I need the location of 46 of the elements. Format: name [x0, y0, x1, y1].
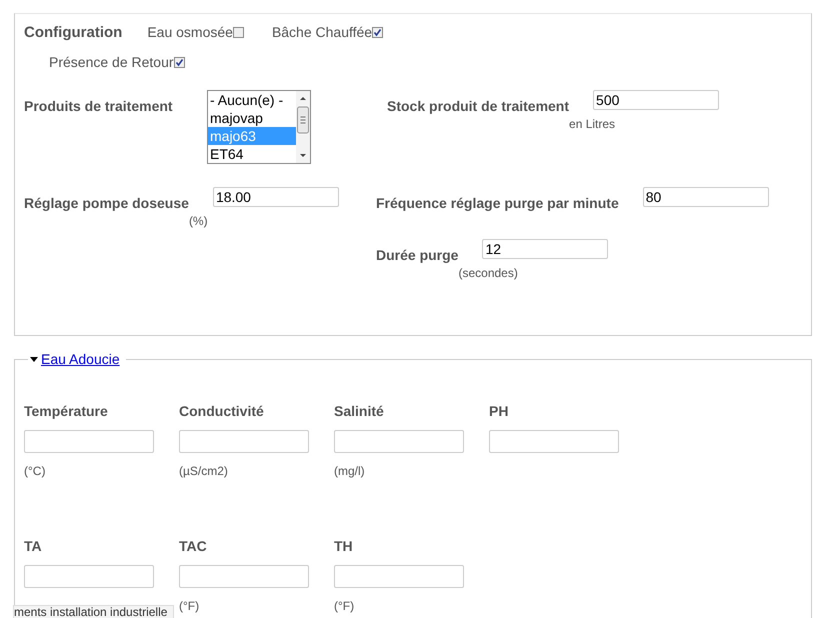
- unit-label: (mg/l): [334, 464, 365, 478]
- input-field[interactable]: [179, 565, 309, 588]
- field-label: Température: [24, 403, 108, 419]
- checkbox[interactable]: [372, 26, 384, 38]
- input-field[interactable]: [179, 430, 309, 453]
- input-field[interactable]: [24, 430, 154, 453]
- input-field[interactable]: [24, 565, 154, 588]
- field-label: Salinité: [334, 403, 384, 419]
- tooltip: ments installation industrielle: [13, 605, 174, 618]
- unit-label: (°F): [334, 599, 354, 613]
- unit-label: (%): [188, 214, 209, 228]
- scrollbar-drawing[interactable]: [296, 91, 310, 163]
- input-field[interactable]: 500: [593, 90, 720, 110]
- field-label: Stock produit de traitement: [387, 97, 570, 114]
- input-field[interactable]: [334, 430, 464, 453]
- section-link[interactable]: Eau Adoucie: [41, 351, 120, 367]
- field-label: Conductivité: [179, 403, 264, 419]
- input-field[interactable]: [489, 430, 619, 453]
- checkbox[interactable]: [232, 26, 244, 38]
- field-label: TA: [24, 538, 42, 554]
- field-label: PH: [489, 403, 508, 419]
- field-label: Réglage pompe doseuse: [24, 194, 189, 211]
- unit-label: (secondes): [458, 266, 519, 280]
- list-option[interactable]: majovap: [208, 109, 296, 127]
- unit-label: (°F): [179, 599, 200, 613]
- field-label: TH: [334, 538, 353, 554]
- unit-label: (°C): [24, 464, 46, 478]
- field-label: Produits de traitement: [24, 97, 174, 116]
- field-label: TAC: [179, 538, 207, 554]
- section-title: Configuration: [24, 24, 122, 40]
- list-box[interactable]: - Aucun(e) - majovap majo63 ET64: [207, 90, 311, 164]
- input-field[interactable]: [334, 565, 464, 588]
- list-option[interactable]: - Aucun(e) -: [208, 91, 296, 109]
- checkbox-label: Eau osmosée: [147, 24, 233, 40]
- unit-label: en Litres: [569, 117, 616, 131]
- input-field[interactable]: 18.00: [212, 187, 339, 207]
- input-field[interactable]: 12: [482, 239, 608, 259]
- unit-label: (µS/cm2): [179, 464, 228, 478]
- checkbox-label: Bâche Chauffée: [272, 24, 372, 40]
- field-label: Fréquence réglage purge par minute: [376, 194, 619, 211]
- field-label: Durée purge: [376, 246, 458, 263]
- caret-icon[interactable]: [30, 356, 38, 362]
- list-option[interactable]: ET64: [208, 145, 296, 163]
- checkbox[interactable]: [174, 56, 185, 68]
- checkbox-label: Présence de Retour: [49, 54, 174, 70]
- input-field[interactable]: 80: [642, 187, 769, 207]
